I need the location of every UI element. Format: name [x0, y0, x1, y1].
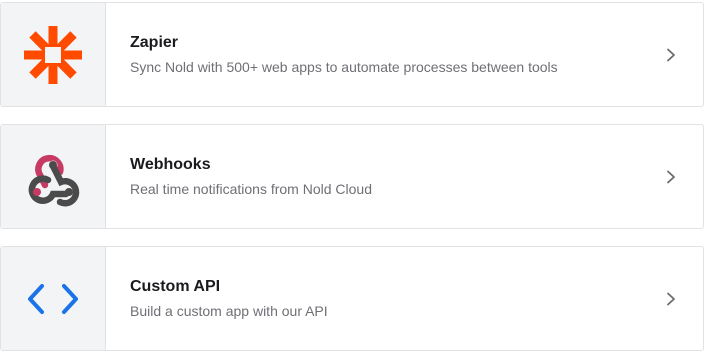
- integration-card-custom-api[interactable]: Custom API Build a custom app with our A…: [0, 246, 704, 351]
- integration-description: Sync Nold with 500+ web apps to automate…: [130, 59, 558, 75]
- integration-title: Zapier: [130, 34, 179, 51]
- zapier-logo-icon: [24, 25, 82, 84]
- text-cell: Webhooks Real time notifications from No…: [106, 125, 639, 228]
- chevron-right-icon: [667, 170, 675, 183]
- code-brackets-icon: [28, 283, 78, 314]
- chevron-right-icon: [667, 48, 675, 61]
- webhooks-logo-icon: [28, 154, 80, 206]
- text-cell: Zapier Sync Nold with 500+ web apps to a…: [106, 3, 639, 106]
- icon-cell: [1, 247, 106, 350]
- integration-title: Custom API: [130, 278, 221, 295]
- text-cell: Custom API Build a custom app with our A…: [106, 247, 639, 350]
- chevron-cell[interactable]: [639, 247, 703, 350]
- integration-card-webhooks[interactable]: Webhooks Real time notifications from No…: [0, 124, 704, 229]
- integration-card-zapier[interactable]: Zapier Sync Nold with 500+ web apps to a…: [0, 2, 704, 107]
- icon-cell: [1, 3, 106, 106]
- integrations-list: Zapier Sync Nold with 500+ web apps to a…: [0, 0, 704, 355]
- integration-title: Webhooks: [130, 156, 211, 173]
- integration-description: Build a custom app with our API: [130, 303, 328, 319]
- icon-cell: [1, 125, 106, 228]
- integration-description: Real time notifications from Nold Cloud: [130, 181, 372, 197]
- chevron-right-icon: [667, 292, 675, 305]
- chevron-cell[interactable]: [639, 125, 703, 228]
- chevron-cell[interactable]: [639, 3, 703, 106]
